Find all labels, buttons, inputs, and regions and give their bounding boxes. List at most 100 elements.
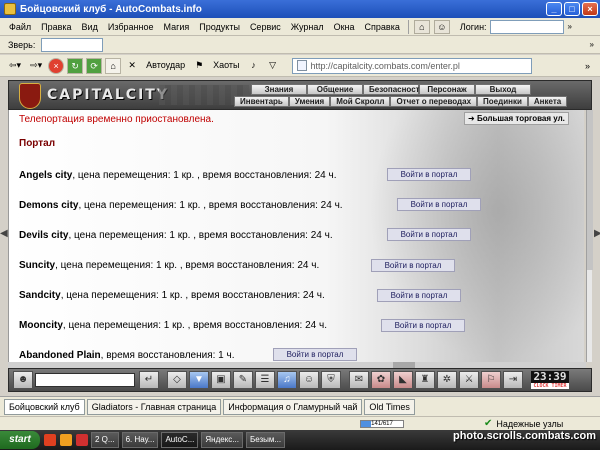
tab-fight-club[interactable]: Бойцовский клуб	[4, 398, 85, 415]
menu-help[interactable]: Справка	[360, 22, 405, 32]
refresh-all-icon[interactable]: ⟳	[86, 57, 103, 74]
address-bar[interactable]: http://capitalcity.combats.com/enter.pl	[291, 57, 532, 74]
menu-products[interactable]: Продукты	[194, 22, 245, 32]
nav-battles[interactable]: Поединки	[477, 96, 528, 107]
exit-icon[interactable]: ⇥	[503, 371, 523, 389]
gift-icon[interactable]: ✿	[371, 371, 391, 389]
nav-communication[interactable]: Общение	[307, 84, 363, 95]
menu-windows[interactable]: Окна	[329, 22, 360, 32]
enter-portal-button[interactable]: Войти в портал	[371, 259, 455, 272]
menu-view[interactable]: Вид	[77, 22, 103, 32]
nav-transfer-report[interactable]: Отчет о переводах	[390, 96, 478, 107]
task-autocombats[interactable]: AutoC...	[161, 432, 199, 448]
nav-security[interactable]: Безопасность	[363, 84, 425, 95]
portal-title: Портал	[19, 138, 56, 149]
filter-icon[interactable]: ▽	[265, 58, 281, 74]
task-nau[interactable]: 6. Нау...	[121, 432, 159, 448]
forward-icon[interactable]: ⇨▾	[27, 58, 45, 74]
enter-portal-button[interactable]: Войти в портал	[273, 348, 357, 361]
settings-icon[interactable]: ✲	[437, 371, 457, 389]
chat-toolbar: ☻ ↵ ◇ ▼ ▣ ✎ ☰ ♫ ☺ ⛨ ✉ ✿ ◣ ♜ ✲ ⚔ ⚐ ⇥ 23:3…	[8, 368, 592, 392]
vertical-scrollbar[interactable]	[586, 110, 593, 362]
quicklaunch-icon[interactable]	[60, 434, 72, 446]
task-yandex[interactable]: Яндекс...	[201, 432, 243, 448]
menu-journal[interactable]: Журнал	[286, 22, 329, 32]
smiley-icon[interactable]: ☺	[299, 371, 319, 389]
city-row: Demons city, цена перемещения: 1 кр. , в…	[19, 200, 343, 211]
chevron-right-icon[interactable]: »	[590, 40, 594, 49]
eraser-icon[interactable]: ◇	[167, 371, 187, 389]
watermark: photo.scrolls.combats.com	[452, 430, 596, 442]
music-icon[interactable]: ♫	[277, 371, 297, 389]
city-row: Suncity, цена перемещения: 1 кр. , время…	[19, 260, 320, 271]
login-input[interactable]	[489, 19, 564, 34]
close-button[interactable]: ×	[582, 2, 598, 16]
scroll-thumb[interactable]	[587, 110, 593, 270]
sound-icon[interactable]: ♪	[246, 58, 262, 74]
minimize-button[interactable]: _	[546, 2, 562, 16]
browser-tabs: Бойцовский клуб Gladiators - Главная стр…	[0, 396, 600, 416]
boot-icon[interactable]: ◣	[393, 371, 413, 389]
start-button[interactable]: start	[0, 431, 40, 449]
enter-portal-button[interactable]: Войти в портал	[377, 289, 461, 302]
menu-separator	[407, 19, 409, 34]
character-icon[interactable]: ♜	[415, 371, 435, 389]
refresh-icon[interactable]: ↻	[67, 57, 84, 74]
tab-glamour-tea[interactable]: Информация о Гламурный чай	[223, 398, 363, 415]
nav-my-scroll[interactable]: Мой Скролл	[330, 96, 391, 107]
flower-icon[interactable]	[76, 434, 88, 446]
enter-portal-button[interactable]: Войти в портал	[381, 319, 465, 332]
city-row: Sandcity, цена перемещения: 1 кр. , врем…	[19, 290, 325, 301]
sword-icon[interactable]: ⚔	[459, 371, 479, 389]
smiley-icon[interactable]: ☺	[433, 19, 450, 34]
right-arrow-icon[interactable]: ▶	[594, 228, 600, 248]
nav-skills[interactable]: Умения	[288, 96, 331, 107]
helmet-icon[interactable]: ⛨	[321, 371, 341, 389]
nav-toolbar: ⇦▾ ⇨▾ × ↻ ⟳ ⌂ ✕ Автоудар ⚑ Хаоты ♪ ▽ htt…	[0, 55, 600, 77]
flag-icon[interactable]: ⚐	[481, 371, 501, 389]
nav-exit[interactable]: Выход	[475, 84, 531, 95]
chevron-right-icon[interactable]: »	[585, 61, 590, 71]
chat-input[interactable]	[35, 373, 135, 387]
chat-bubble-icon[interactable]: ✉	[349, 371, 369, 389]
left-arrow-icon[interactable]: ◀	[0, 228, 8, 248]
back-icon[interactable]: ⇦▾	[6, 58, 24, 74]
enter-portal-button[interactable]: Войти в портал	[387, 168, 471, 181]
tab-old-times[interactable]: Old Times	[364, 398, 415, 415]
user-list-icon[interactable]: ☰	[255, 371, 275, 389]
memory-progress: 141/617	[360, 419, 404, 428]
menu-magic[interactable]: Магия	[158, 22, 194, 32]
clock-timer: 23:39 CLOCK TIMER	[531, 371, 569, 389]
progress-text: 141/617	[371, 420, 393, 427]
opera-icon[interactable]	[44, 434, 56, 446]
enter-portal-button[interactable]: Войти в портал	[397, 198, 481, 211]
task-untitled[interactable]: Безым...	[245, 432, 286, 448]
home-icon[interactable]: ⌂	[413, 19, 430, 34]
nav-knowledge[interactable]: Знания	[251, 84, 307, 95]
nav-profile[interactable]: Анкета	[527, 96, 568, 107]
nav-character[interactable]: Персонаж	[419, 84, 475, 95]
menu-service[interactable]: Сервис	[245, 22, 286, 32]
menu-file[interactable]: Файл	[4, 22, 36, 32]
autoudar-button[interactable]: Автоудар	[143, 58, 188, 74]
chaos-button[interactable]: Хаоты	[210, 58, 242, 74]
filter-icon[interactable]: ▼	[189, 371, 209, 389]
maximize-button[interactable]: □	[564, 2, 580, 16]
chaos-icon[interactable]: ⚑	[191, 58, 207, 74]
home-icon[interactable]: ⌂	[105, 57, 122, 74]
menu-favorites[interactable]: Избранное	[103, 22, 159, 32]
market-street-button[interactable]: ➜ Большая торговая ул.	[464, 112, 569, 125]
tools-icon[interactable]: ✕	[124, 58, 140, 74]
stop-icon[interactable]: ×	[48, 57, 65, 74]
enter-icon[interactable]: ↵	[139, 371, 159, 389]
strike-icon[interactable]: ✎	[233, 371, 253, 389]
enter-portal-button[interactable]: Войти в портал	[387, 228, 471, 241]
chevron-right-icon[interactable]: »	[568, 22, 572, 31]
save-icon[interactable]: ▣	[211, 371, 231, 389]
task-q[interactable]: 2 Q...	[91, 432, 119, 448]
beast-select[interactable]	[41, 37, 104, 52]
chat-avatar-icon[interactable]: ☻	[13, 371, 33, 389]
menu-edit[interactable]: Правка	[36, 22, 76, 32]
nav-inventory[interactable]: Инвентарь	[234, 96, 289, 107]
tab-gladiators[interactable]: Gladiators - Главная страница	[86, 398, 222, 415]
